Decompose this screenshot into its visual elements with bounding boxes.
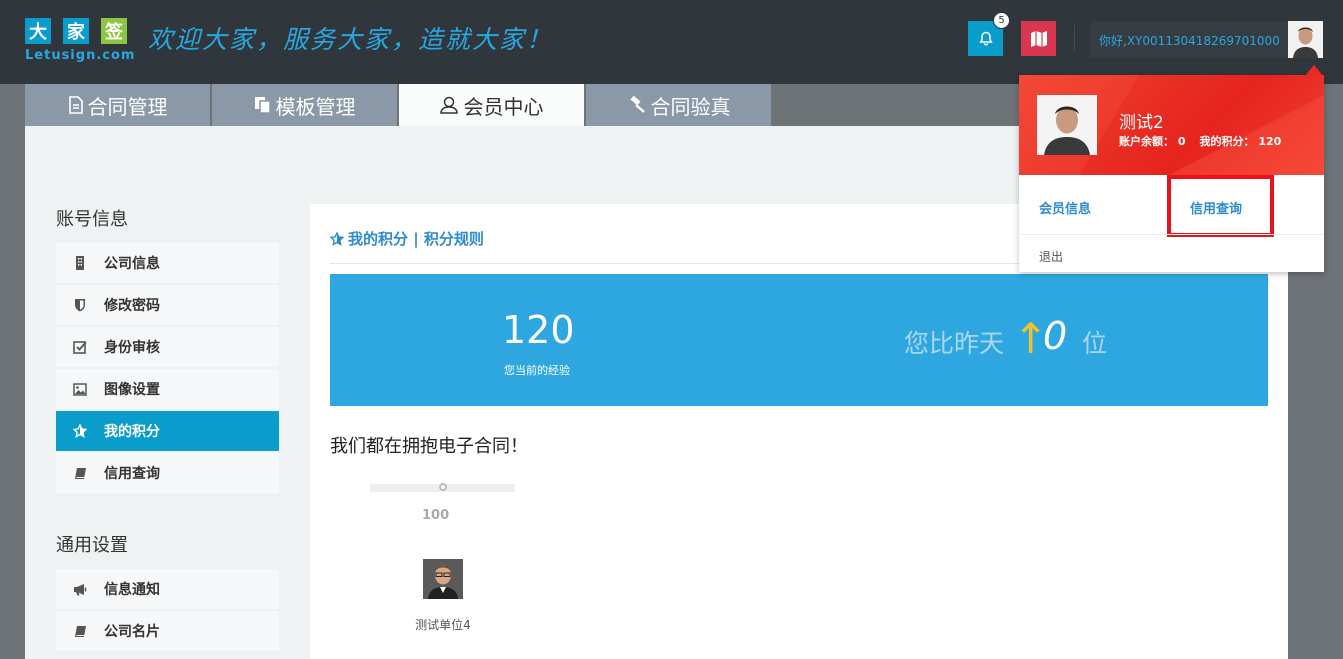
- account-balance: 账户余额： 0: [1119, 135, 1186, 148]
- gavel-icon: [629, 96, 645, 113]
- member-name: 测试单位4: [415, 618, 471, 632]
- tab-member-center[interactable]: 会员中心: [399, 84, 584, 126]
- dropdown-avatar: [1037, 95, 1097, 155]
- divider: [1074, 25, 1075, 51]
- user-menu-toggle[interactable]: 你好,XY001130418269701000: [1090, 21, 1323, 58]
- tab-template-management[interactable]: 模板管理: [212, 84, 397, 126]
- tab-contract-management[interactable]: 合同管理: [25, 84, 210, 126]
- image-icon: [73, 382, 87, 396]
- megaphone-icon: [73, 583, 86, 595]
- points-stat-box: 120 您当前的经验 您比昨天 ↑ 0 位: [330, 274, 1268, 406]
- sidebar-item-label: 图像设置: [104, 382, 160, 398]
- star-icon: [330, 231, 344, 246]
- sidebar-item-label: 公司信息: [104, 256, 160, 272]
- section-title-account: 账号信息: [56, 209, 128, 230]
- progress-handle: [438, 483, 447, 491]
- avatar-image: [1037, 95, 1097, 155]
- divider: [1019, 234, 1324, 235]
- bell-icon: [978, 31, 993, 45]
- tab-label: 会员中心: [463, 94, 544, 119]
- logo[interactable]: 大 家 签: [25, 18, 127, 44]
- sidebar-item-identity-review[interactable]: 身份审核: [56, 327, 279, 367]
- member-avatar-image: [423, 559, 463, 599]
- book-icon: [74, 625, 86, 637]
- logo-char: 家: [63, 18, 89, 44]
- rank-value: 0: [1043, 314, 1068, 358]
- building-icon: [76, 256, 84, 270]
- sidebar-item-label: 我的积分: [104, 424, 160, 440]
- tab-label: 模板管理: [275, 94, 356, 119]
- book-icon: [74, 467, 86, 479]
- dropdown-balance-row: 账户余额： 0 我的积分： 120: [1119, 133, 1281, 149]
- sidebar-item-credit-query[interactable]: 信用查询: [56, 453, 279, 493]
- dropdown-username: 测试2: [1119, 113, 1164, 133]
- avatar-image: [1288, 21, 1323, 58]
- sidebar-item-my-points[interactable]: 我的积分: [56, 411, 279, 451]
- map-icon: [1030, 30, 1047, 47]
- logout-link[interactable]: 退出: [1039, 248, 1063, 265]
- section-title-general: 通用设置: [56, 535, 128, 556]
- document-icon: [68, 96, 83, 114]
- sidebar-item-company-info[interactable]: 公司信息: [56, 243, 279, 283]
- member-info-link[interactable]: 会员信息: [1039, 198, 1091, 217]
- notification-count-badge: 5: [993, 12, 1010, 29]
- logo-domain: Letusign.com: [25, 48, 136, 63]
- account-points: 我的积分： 120: [1199, 135, 1282, 148]
- sidebar-item-label: 信息通知: [104, 582, 160, 598]
- sidebar-item-image-settings[interactable]: 图像设置: [56, 369, 279, 409]
- header-slogan: 欢迎大家，服务大家，造就大家！: [148, 25, 554, 54]
- sidebar-item-label: 公司名片: [104, 624, 160, 640]
- highlight-box: [1167, 175, 1274, 237]
- points-caption: 您当前的经验: [504, 364, 570, 377]
- sidebar-item-business-card[interactable]: 公司名片: [56, 611, 279, 651]
- panel-slogan: 我们都在拥抱电子合同！: [330, 436, 528, 457]
- tab-contract-verify[interactable]: 合同验真: [586, 84, 771, 126]
- panel-heading-text[interactable]: 我的积分 | 积分规则: [348, 228, 484, 249]
- tab-label: 合同验真: [650, 94, 731, 119]
- logo-char: 大: [25, 18, 51, 44]
- dropdown-header: 测试2 账户余额： 0 我的积分： 120: [1019, 75, 1324, 175]
- top-bar: 大 家 签 Letusign.com 欢迎大家，服务大家，造就大家！ 5 你好,…: [0, 0, 1343, 84]
- logo-char: 签: [101, 18, 127, 44]
- rank-prefix: 您比昨天: [904, 329, 1005, 358]
- star-icon: [73, 424, 87, 438]
- user-dropdown-menu: 测试2 账户余额： 0 我的积分： 120 会员信息 信用查询 退出: [1019, 75, 1324, 272]
- panel-heading: 我的积分 | 积分规则: [330, 228, 484, 249]
- progress-label: 100: [422, 508, 450, 523]
- avatar[interactable]: [1288, 21, 1323, 58]
- points-panel: 我的积分 | 积分规则 120 您当前的经验 您比昨天 ↑ 0 位 我们都在拥抱…: [310, 204, 1288, 659]
- map-button[interactable]: [1021, 21, 1056, 56]
- sidebar-item-label: 身份审核: [104, 340, 160, 356]
- copy-icon: [254, 97, 271, 114]
- user-greeting: 你好,XY001130418269701000: [1099, 34, 1280, 48]
- sidebar-item-label: 信用查询: [104, 466, 160, 482]
- shield-icon: [75, 299, 85, 312]
- user-icon: [439, 96, 458, 114]
- sidebar-item-change-password[interactable]: 修改密码: [56, 285, 279, 325]
- points-value: 120: [502, 308, 575, 352]
- member-avatar[interactable]: [423, 559, 463, 599]
- tab-label: 合同管理: [87, 94, 168, 119]
- sidebar-item-label: 修改密码: [104, 298, 160, 314]
- rank-unit: 位: [1082, 329, 1108, 358]
- main-tabs: 合同管理 模板管理 会员中心 合同验真: [25, 84, 773, 126]
- sidebar-item-notifications[interactable]: 信息通知: [56, 569, 279, 609]
- check-square-icon: [73, 341, 87, 354]
